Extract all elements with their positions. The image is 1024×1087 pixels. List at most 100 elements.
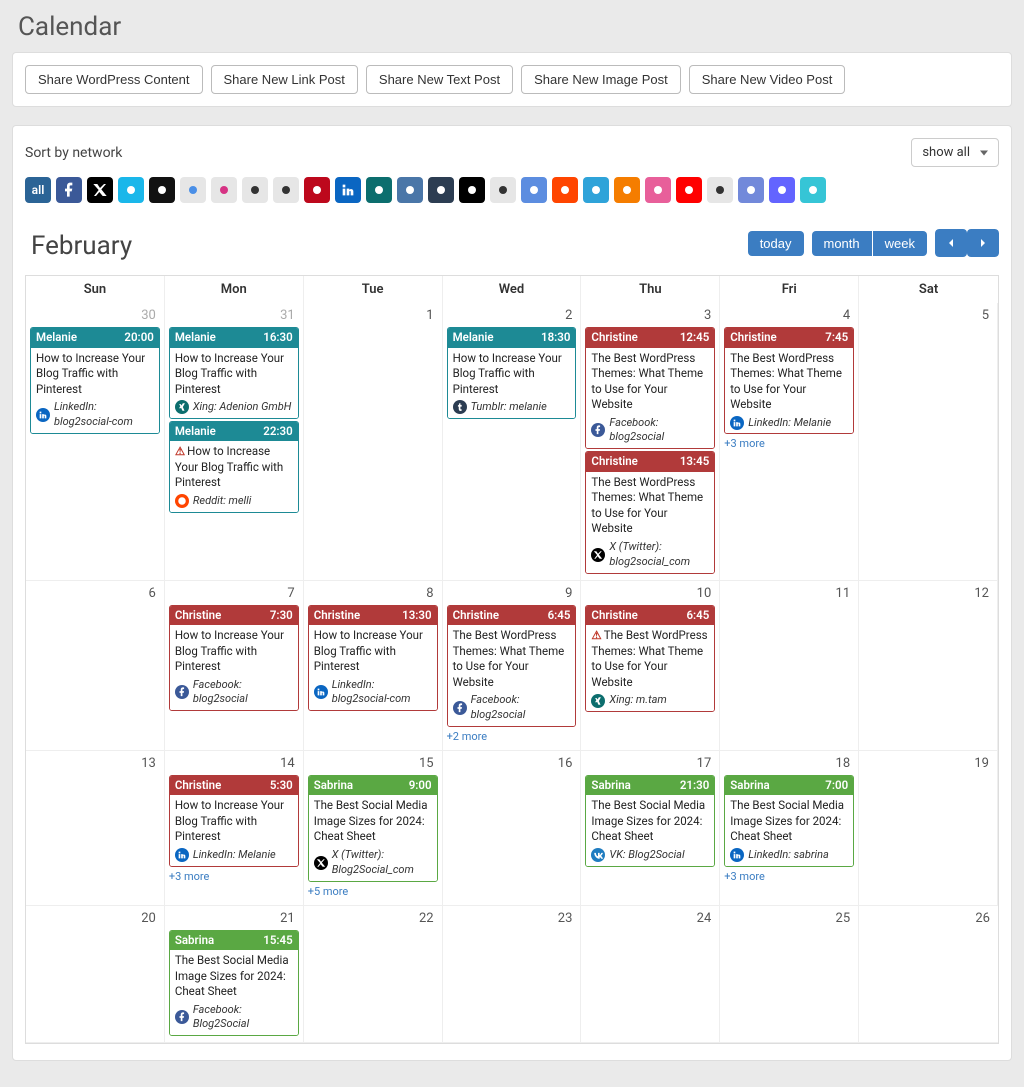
share-wordpress-button[interactable]: Share WordPress Content: [25, 65, 203, 94]
calendar-cell[interactable]: 25: [720, 906, 859, 1044]
calendar-event[interactable]: Christine13:45The Best WordPress Themes:…: [585, 451, 715, 573]
calendar-cell[interactable]: 18 Sabrina7:00The Best Social Media Image…: [720, 751, 859, 906]
calendar-cell[interactable]: 4Christine7:45The Best WordPress Themes:…: [720, 303, 859, 581]
network-filter-ravelry[interactable]: [645, 177, 671, 203]
network-filter-tumblr[interactable]: [428, 177, 454, 203]
calendar-cell[interactable]: 20: [26, 906, 165, 1044]
calendar-cell[interactable]: 10Christine6:45⚠The Best WordPress Theme…: [581, 581, 720, 751]
day-number: 19: [863, 754, 993, 773]
calendar-cell[interactable]: 13: [26, 751, 165, 906]
next-button[interactable]: [967, 229, 999, 257]
calendar-event[interactable]: Christine12:45The Best WordPress Themes:…: [585, 327, 715, 449]
share-image-button[interactable]: Share New Image Post: [521, 65, 681, 94]
calendar-cell[interactable]: 14Christine5:30How to Increase Your Blog…: [165, 751, 304, 906]
calendar-event[interactable]: Sabrina15:45The Best Social Media Image …: [169, 930, 299, 1037]
calendar-event[interactable]: Sabrina9:00The Best Social Media Image S…: [308, 775, 438, 882]
calendar-cell[interactable]: 1: [304, 303, 443, 581]
network-filter-facebook[interactable]: [56, 177, 82, 203]
calendar-cell[interactable]: 17Sabrina21:30The Best Social Media Imag…: [581, 751, 720, 906]
network-filter-app1[interactable]: [273, 177, 299, 203]
week-view-button[interactable]: week: [873, 231, 927, 256]
network-filter-tiktok[interactable]: [149, 177, 175, 203]
network-filter-butterfly[interactable]: [180, 177, 206, 203]
day-number: 25: [724, 909, 854, 928]
more-events-link[interactable]: +5 more: [308, 885, 349, 898]
calendar-event[interactable]: Sabrina7:00The Best Social Media Image S…: [724, 775, 854, 867]
network-filter-all[interactable]: all: [25, 177, 51, 203]
network-filter-mastodon[interactable]: [769, 177, 795, 203]
calendar-cell[interactable]: 19: [859, 751, 998, 906]
event-author: Melanie: [175, 330, 216, 346]
show-all-dropdown[interactable]: show all: [911, 138, 999, 167]
network-filter-telegram[interactable]: [583, 177, 609, 203]
more-events-link[interactable]: +3 more: [724, 437, 765, 450]
calendar-cell[interactable]: 9Christine6:45The Best WordPress Themes:…: [443, 581, 582, 751]
day-number: 18: [724, 754, 854, 773]
event-title: The Best WordPress Themes: What Theme to…: [453, 628, 571, 690]
calendar-event[interactable]: Sabrina21:30The Best Social Media Image …: [585, 775, 715, 867]
network-filter-flickr[interactable]: [490, 177, 516, 203]
event-author: Christine: [730, 330, 776, 346]
network-filter-medium[interactable]: [459, 177, 485, 203]
share-text-button[interactable]: Share New Text Post: [366, 65, 513, 94]
network-filter-discord[interactable]: [738, 177, 764, 203]
calendar-cell[interactable]: 8Christine13:30How to Increase Your Blog…: [304, 581, 443, 751]
calendar-event[interactable]: Christine7:45The Best WordPress Themes: …: [724, 327, 854, 434]
network-filter-vk[interactable]: [397, 177, 423, 203]
calendar-event[interactable]: Melanie18:30How to Increase Your Blog Tr…: [447, 327, 577, 419]
calendar-event[interactable]: Christine7:30How to Increase Your Blog T…: [169, 605, 299, 712]
calendar-cell[interactable]: 24: [581, 906, 720, 1044]
calendar-cell[interactable]: 31Melanie16:30How to Increase Your Blog …: [165, 303, 304, 581]
network-filter-xing[interactable]: [366, 177, 392, 203]
calendar-cell[interactable]: 3Christine12:45The Best WordPress Themes…: [581, 303, 720, 581]
network-filter-diaspora[interactable]: [521, 177, 547, 203]
calendar-cell[interactable]: 15Sabrina9:00The Best Social Media Image…: [304, 751, 443, 906]
event-time: 22:30: [263, 424, 292, 440]
calendar-event[interactable]: Melanie22:30⚠How to Increase Your Blog T…: [169, 421, 299, 513]
calendar-event[interactable]: Melanie20:00How to Increase Your Blog Tr…: [30, 327, 160, 434]
calendar-event[interactable]: Christine13:30How to Increase Your Blog …: [308, 605, 438, 712]
network-filter-linkedin[interactable]: [335, 177, 361, 203]
network-filter-threads[interactable]: [242, 177, 268, 203]
calendar-cell[interactable]: 2Melanie18:30How to Increase Your Blog T…: [443, 303, 582, 581]
calendar-cell[interactable]: 7Christine7:30How to Increase Your Blog …: [165, 581, 304, 751]
calendar-event[interactable]: Melanie16:30How to Increase Your Blog Tr…: [169, 327, 299, 419]
network-filter-reddit[interactable]: [552, 177, 578, 203]
event-title: The Best Social Media Image Sizes for 20…: [591, 798, 709, 845]
calendar-event[interactable]: Christine6:45The Best WordPress Themes: …: [447, 605, 577, 727]
calendar-cell[interactable]: 21Sabrina15:45The Best Social Media Imag…: [165, 906, 304, 1044]
calendar-cell[interactable]: 30Melanie20:00How to Increase Your Blog …: [26, 303, 165, 581]
network-filter-instagram[interactable]: [211, 177, 237, 203]
today-button[interactable]: today: [748, 231, 804, 256]
network-filter-vimeo[interactable]: [118, 177, 144, 203]
network-filter-pinterest[interactable]: [304, 177, 330, 203]
more-events-link[interactable]: +3 more: [169, 870, 210, 883]
month-view-button[interactable]: month: [812, 231, 872, 256]
event-network-label: Xing: Adenion GmbH: [193, 400, 292, 415]
page-title: Calendar: [18, 12, 1012, 42]
calendar-cell[interactable]: 26: [859, 906, 998, 1044]
event-network-label: Tumblr: melanie: [471, 400, 547, 415]
event-time: 5:30: [270, 778, 293, 794]
share-video-button[interactable]: Share New Video Post: [689, 65, 846, 94]
more-events-link[interactable]: +2 more: [447, 730, 488, 743]
share-link-button[interactable]: Share New Link Post: [211, 65, 358, 94]
calendar-cell[interactable]: 11: [720, 581, 859, 751]
more-events-link[interactable]: +3 more: [724, 870, 765, 883]
calendar-event[interactable]: Christine5:30How to Increase Your Blog T…: [169, 775, 299, 867]
calendar-cell[interactable]: 16: [443, 751, 582, 906]
calendar-cell[interactable]: 5: [859, 303, 998, 581]
calendar-cell[interactable]: 6: [26, 581, 165, 751]
event-author: Christine: [591, 330, 637, 346]
network-filter-instapaper[interactable]: [707, 177, 733, 203]
prev-button[interactable]: [935, 229, 967, 257]
calendar-cell[interactable]: 23: [443, 906, 582, 1044]
network-filter-youtube[interactable]: [676, 177, 702, 203]
network-filter-x-twitter[interactable]: [87, 177, 113, 203]
network-filter-blogger[interactable]: [614, 177, 640, 203]
calendar-cell[interactable]: 22: [304, 906, 443, 1044]
calendar-cell[interactable]: 12: [859, 581, 998, 751]
network-filter-app2[interactable]: [800, 177, 826, 203]
calendar-event[interactable]: Christine6:45⚠The Best WordPress Themes:…: [585, 605, 715, 712]
event-author: Melanie: [36, 330, 77, 346]
